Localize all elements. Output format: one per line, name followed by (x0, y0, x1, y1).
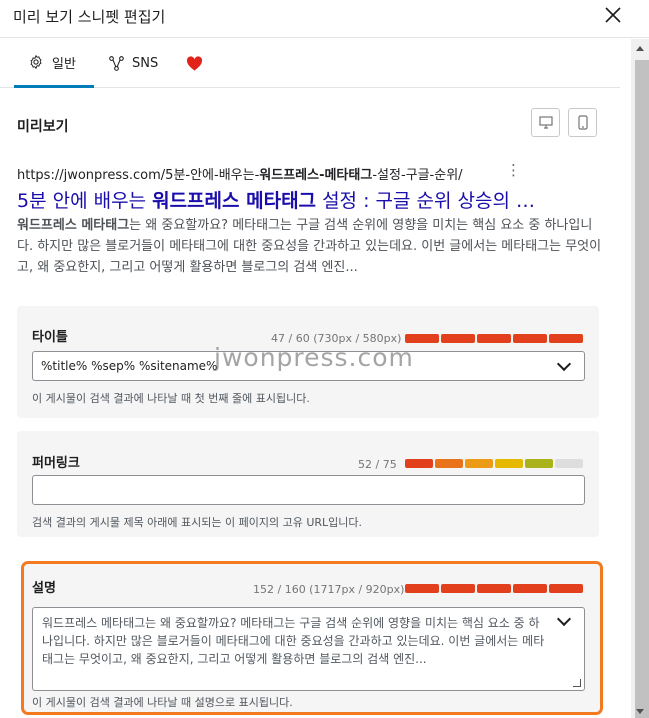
serp-url: https://jwonpress.com/5분-안에-배우는-워드프레스-메타… (17, 164, 463, 183)
permalink-length-meter (405, 459, 583, 468)
modal-header: 미리 보기 스니펫 편집기 (0, 0, 649, 38)
meter-segment (477, 584, 511, 593)
permalink-field-card: 퍼머링크 52 / 75 검색 결과의 게시물 제목 아래에 표시되는 이 페이… (17, 431, 599, 537)
serp-title[interactable]: 5분 안에 배우는 워드프레스 메타태그 설정 : 구글 순위 상승의 … (17, 186, 607, 213)
scroll-thumb[interactable] (635, 60, 649, 718)
title-input[interactable]: %title% %sep% %sitename% (32, 351, 585, 381)
tab-general-label: 일반 (52, 56, 76, 72)
meter-segment (513, 334, 547, 343)
description-help-text: 이 게시물이 검색 결과에 나타날 때 설명으로 표시됩니다. (32, 696, 293, 709)
serp-title-prefix: 5분 안에 배우는 (17, 190, 153, 212)
desktop-icon (538, 116, 553, 129)
tab-general[interactable]: 일반 (14, 39, 94, 88)
more-options-icon[interactable]: ⋮ (506, 163, 521, 178)
meter-segment (549, 584, 583, 593)
desktop-preview-button[interactable] (531, 108, 560, 137)
resize-handle[interactable] (573, 679, 581, 687)
permalink-help-text: 검색 결과의 게시물 제목 아래에 표시되는 이 페이지의 고유 URL입니다. (32, 516, 363, 529)
meter-segment (441, 334, 475, 343)
tab-sns[interactable]: SNS (108, 39, 158, 88)
scroll-up-arrow-icon[interactable] (636, 46, 644, 51)
permalink-input[interactable] (32, 475, 585, 505)
description-counter: 152 / 160 (1717px / 920px) (253, 583, 405, 596)
serp-title-keyword: 워드프레스 메타태그 (152, 190, 317, 212)
scrollbar[interactable] (631, 39, 649, 718)
meter-segment (495, 459, 523, 468)
modal-title: 미리 보기 스니펫 편집기 (13, 8, 166, 26)
description-textarea-value: 워드프레스 메타태그는 왜 중요할까요? 메타태그는 구글 검색 순위에 영향을… (42, 616, 545, 666)
description-length-meter (405, 584, 583, 593)
meter-segment (435, 459, 463, 468)
serp-description: 워드프레스 메타태그는 왜 중요할까요? 메타태그는 구글 검색 순위에 영향을… (17, 215, 605, 278)
serp-title-suffix: 설정 : 구글 순위 상승의 … (316, 190, 535, 212)
title-field-label: 타이틀 (32, 330, 68, 345)
gear-icon (30, 55, 42, 69)
title-length-meter (405, 334, 583, 343)
close-icon[interactable] (603, 5, 623, 25)
meter-segment (405, 584, 439, 593)
description-textarea[interactable]: 워드프레스 메타태그는 왜 중요할까요? 메타태그는 구글 검색 순위에 영향을… (32, 607, 585, 691)
tab-bar: 일반 SNS (0, 39, 620, 88)
title-input-value: %title% %sep% %sitename% (41, 359, 218, 373)
meter-segment (405, 459, 433, 468)
scroll-down-arrow-icon[interactable] (636, 709, 644, 714)
permalink-counter: 52 / 75 (358, 458, 397, 471)
meter-segment (525, 459, 553, 468)
mobile-icon (577, 115, 588, 130)
serp-url-suffix: -설정-구글-순위/ (372, 168, 463, 183)
editor-content: 미리보기 https://jwonpress.com/5분-안에-배우는-워드프… (0, 89, 620, 718)
title-field-card: 타이틀 47 / 60 (730px / 580px) %title% %sep… (17, 306, 599, 418)
title-counter: 47 / 60 (730px / 580px) (271, 332, 402, 345)
meter-segment (465, 459, 493, 468)
permalink-field-label: 퍼머링크 (32, 456, 80, 471)
meter-segment (477, 334, 511, 343)
close-button[interactable] (603, 5, 623, 25)
meter-segment (513, 584, 547, 593)
serp-url-keyword: 워드프레스-메타태그 (259, 168, 373, 183)
serp-desc-keyword: 워드프레스 메타태그 (17, 218, 130, 233)
meter-segment (441, 584, 475, 593)
serp-url-prefix: https://jwonpress.com/5분-안에-배우는- (17, 168, 260, 183)
meter-segment (405, 334, 439, 343)
mobile-preview-button[interactable] (568, 108, 597, 137)
description-field-card: 설명 152 / 160 (1717px / 920px) 워드프레스 메타태그… (21, 561, 603, 715)
heart-icon (186, 56, 203, 71)
tab-favorite[interactable] (186, 39, 203, 88)
meter-segment (549, 334, 583, 343)
tab-sns-label: SNS (132, 56, 159, 71)
title-help-text: 이 게시물이 검색 결과에 나타날 때 첫 번째 줄에 표시됩니다. (32, 392, 310, 405)
meter-segment (555, 459, 583, 468)
share-nodes-icon (109, 56, 124, 71)
description-field-label: 설명 (32, 581, 56, 596)
preview-heading: 미리보기 (17, 119, 69, 135)
